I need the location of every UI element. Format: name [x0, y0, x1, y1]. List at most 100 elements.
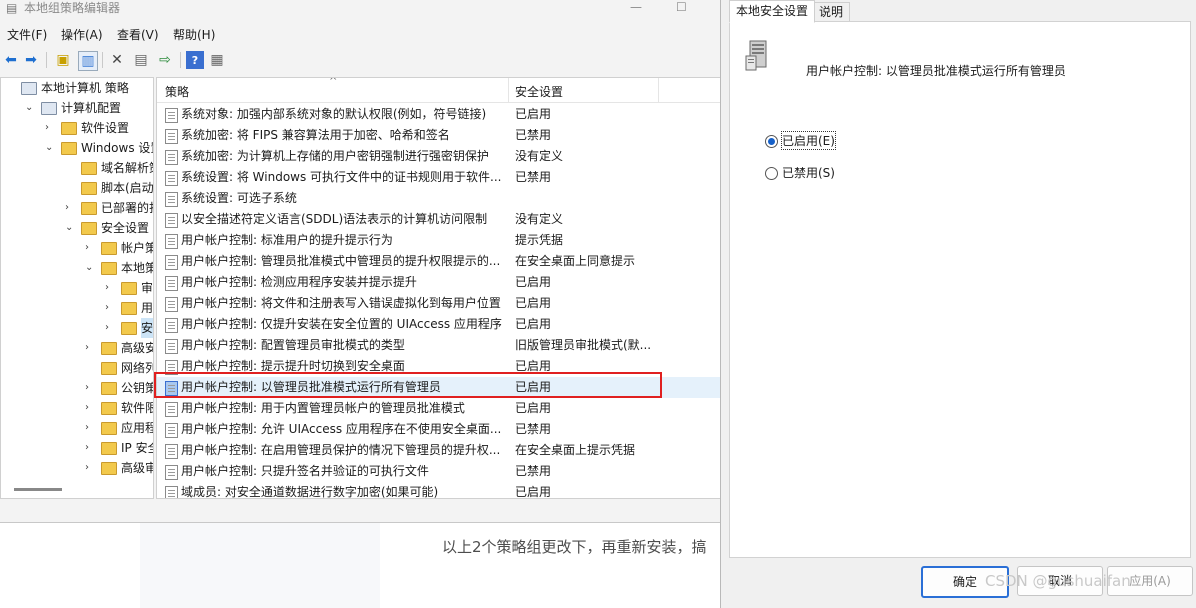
tree-item-label: 安全	[141, 318, 153, 338]
policy-list: 策略 ^ 安全设置 系统对象: 加强内部系统对象的默认权限(例如，符号链接) 已启…	[156, 77, 722, 499]
chevron-right-icon[interactable]: ›	[85, 418, 89, 438]
chevron-right-icon[interactable]: ›	[105, 318, 109, 338]
export-list-icon[interactable]: ⇨	[156, 51, 174, 69]
folder-icon	[101, 422, 117, 435]
tree-item[interactable]: › 高级安	[1, 338, 153, 358]
policy-setting-cell: 没有定义	[515, 212, 564, 226]
menu-action[interactable]: 操作(A)	[61, 26, 103, 43]
chevron-right-icon[interactable]: ›	[85, 238, 89, 258]
policy-icon	[165, 255, 178, 270]
tab-explain[interactable]: 说明	[812, 2, 851, 22]
console-view-icon[interactable]: ▦	[208, 51, 226, 69]
policy-icon	[165, 423, 178, 438]
policy-row[interactable]: 用户帐户控制: 检测应用程序安装并提示提升 已启用	[157, 272, 721, 293]
menu-file[interactable]: 文件(F)	[7, 26, 47, 43]
policy-row[interactable]: 用户帐户控制: 标准用户的提升提示行为 提示凭据	[157, 230, 721, 251]
tree-item[interactable]: 网络列	[1, 358, 153, 378]
tree-item[interactable]: › 用户	[1, 298, 153, 318]
tree-item[interactable]: › 公钥策	[1, 378, 153, 398]
tree-item[interactable]: › 应用程	[1, 418, 153, 438]
maximize-button[interactable]: ☐	[676, 0, 687, 14]
radio-disabled[interactable]	[765, 167, 778, 180]
folder-icon	[101, 402, 117, 415]
policy-icon	[165, 339, 178, 354]
policy-row[interactable]: 域成员: 对安全通道数据进行数字加密(如果可能) 已启用	[157, 482, 721, 498]
policy-row[interactable]: 用户帐户控制: 将文件和注册表写入错误虚拟化到每用户位置 已启用	[157, 293, 721, 314]
policy-icon	[165, 129, 178, 144]
policy-setting-cell: 提示凭据	[515, 233, 564, 247]
help-icon[interactable]: ?	[186, 51, 204, 69]
chevron-right-icon[interactable]: ›	[45, 118, 49, 138]
policy-row[interactable]: 系统设置: 将 Windows 可执行文件中的证书规则用于软件... 已禁用	[157, 167, 721, 188]
policy-row[interactable]: 系统对象: 加强内部系统对象的默认权限(例如，符号链接) 已启用	[157, 104, 721, 125]
tree-item[interactable]: › 安全	[1, 318, 153, 338]
tree-item-label: 高级安	[121, 341, 154, 355]
chevron-right-icon[interactable]: ›	[105, 298, 109, 318]
tree-item[interactable]: › 软件设置	[1, 118, 153, 138]
column-header-policy[interactable]: 策略	[165, 83, 189, 100]
policy-name-cell: 用户帐户控制: 用于内置管理员帐户的管理员批准模式	[181, 401, 465, 415]
forward-arrow-icon[interactable]: ➡	[22, 51, 40, 69]
chevron-down-icon[interactable]: ⌄	[85, 258, 93, 278]
tree-item[interactable]: ⌄ 计算机配置	[1, 98, 153, 118]
properties-icon[interactable]: ▤	[132, 51, 150, 69]
policy-row[interactable]: 系统加密: 为计算机上存储的用户密钥强制进行强密钥保护 没有定义	[157, 146, 721, 167]
tree-item-label: Windows 设置	[81, 141, 153, 155]
minimize-button[interactable]: —	[630, 0, 642, 14]
policy-row[interactable]: 用户帐户控制: 允许 UIAccess 应用程序在不使用安全桌面... 已禁用	[157, 419, 721, 440]
tab-panel: 用户帐户控制: 以管理员批准模式运行所有管理员 已启用(E) 已禁用(S)	[729, 21, 1191, 558]
tree-item-label: 高级审	[121, 461, 154, 475]
chevron-right-icon[interactable]: ›	[85, 378, 89, 398]
policy-row[interactable]: 系统加密: 将 FIPS 兼容算法用于加密、哈希和签名 已禁用	[157, 125, 721, 146]
chevron-right-icon[interactable]: ›	[105, 278, 109, 298]
chevron-down-icon[interactable]: ⌄	[65, 218, 73, 238]
folder-icon	[61, 122, 77, 135]
radio-enabled[interactable]	[765, 135, 778, 148]
policy-row[interactable]: 用户帐户控制: 在启用管理员保护的情况下管理员的提升权... 在安全桌面上提示凭据	[157, 440, 721, 461]
tree-item[interactable]: › 帐户策	[1, 238, 153, 258]
policy-row[interactable]: 用户帐户控制: 管理员批准模式中管理员的提升权限提示的... 在安全桌面上同意提示	[157, 251, 721, 272]
server-policy-icon	[744, 40, 767, 71]
tree-item[interactable]: ⌄ 安全设置	[1, 218, 153, 238]
chevron-right-icon[interactable]: ›	[85, 458, 89, 478]
policy-row[interactable]: 用户帐户控制: 仅提升安装在安全位置的 UIAccess 应用程序 已启用	[157, 314, 721, 335]
back-arrow-icon[interactable]: ⬅	[2, 51, 20, 69]
policy-row[interactable]: 以安全描述符定义语言(SDDL)语法表示的计算机访问限制 没有定义	[157, 209, 721, 230]
policy-row[interactable]: 用户帐户控制: 只提升签名并验证的可执行文件 已禁用	[157, 461, 721, 482]
tree-item[interactable]: › 审核	[1, 278, 153, 298]
chevron-right-icon[interactable]: ›	[85, 398, 89, 418]
up-folder-icon[interactable]: ▣	[54, 51, 72, 69]
policy-setting-cell: 已禁用	[515, 128, 552, 142]
column-header-setting[interactable]: 安全设置	[515, 83, 563, 100]
policy-icon	[165, 192, 178, 207]
chevron-right-icon[interactable]: ›	[85, 438, 89, 458]
tree-item-label: 计算机配置	[61, 101, 122, 115]
policy-row[interactable]: 用户帐户控制: 用于内置管理员帐户的管理员批准模式 已启用	[157, 398, 721, 419]
radio-enabled-label[interactable]: 已启用(E)	[781, 131, 836, 150]
show-hide-tree-icon[interactable]: ▥	[78, 51, 98, 71]
selected-policy-highlight	[154, 372, 662, 398]
watermark: CSDN @gushuaifan	[985, 572, 1131, 590]
tree-item[interactable]: › 高级审	[1, 458, 153, 478]
chevron-down-icon[interactable]: ⌄	[25, 98, 33, 118]
tree-item[interactable]: ⌄ 本地策	[1, 258, 153, 278]
chevron-right-icon[interactable]: ›	[85, 338, 89, 358]
policy-row[interactable]: 系统设置: 可选子系统	[157, 188, 721, 209]
chevron-right-icon[interactable]: ›	[65, 198, 69, 218]
radio-disabled-label[interactable]: 已禁用(S)	[782, 164, 835, 181]
tree-horizontal-scrollbar[interactable]	[14, 488, 62, 491]
tree-item[interactable]: › 已部署的打	[1, 198, 153, 218]
tree-item[interactable]: 脚本(启动/	[1, 178, 153, 198]
menu-help[interactable]: 帮助(H)	[173, 26, 215, 43]
tree-item[interactable]: › IP 安全	[1, 438, 153, 458]
chevron-down-icon[interactable]: ⌄	[45, 138, 53, 158]
delete-icon[interactable]: ✕	[108, 51, 126, 69]
tree-item[interactable]: 域名解析策	[1, 158, 153, 178]
tab-local-security-setting[interactable]: 本地安全设置	[729, 0, 816, 23]
tree-item[interactable]: › 软件限	[1, 398, 153, 418]
menu-view[interactable]: 查看(V)	[117, 26, 159, 43]
tree-item[interactable]: ⌄ Windows 设置	[1, 138, 153, 158]
tree-item[interactable]: 本地计算机 策略	[1, 78, 153, 98]
policy-row[interactable]: 用户帐户控制: 配置管理员审批模式的类型 旧版管理员审批模式(默...	[157, 335, 721, 356]
folder-icon	[121, 302, 137, 315]
